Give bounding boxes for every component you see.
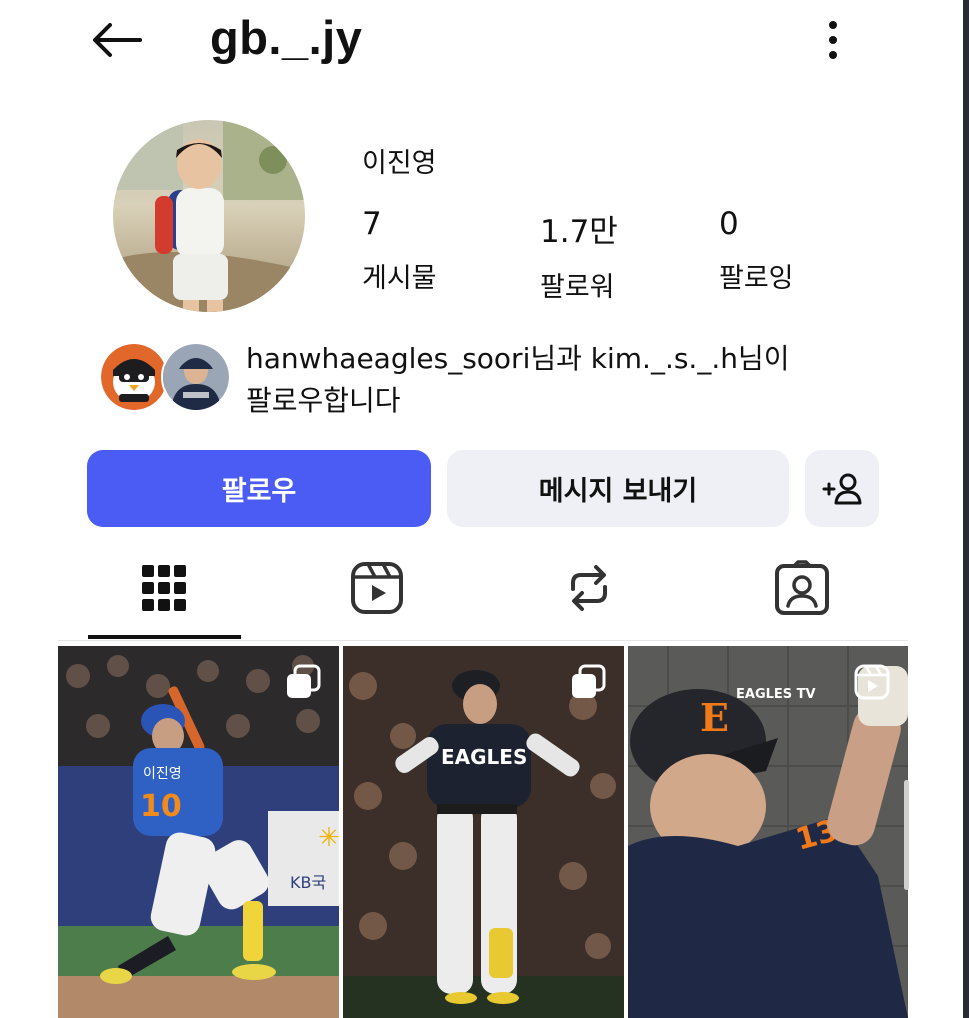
post-thumbnail[interactable]: EAGLES TV E 13 [628, 646, 908, 1018]
tab-reels[interactable] [337, 548, 417, 628]
followed-by-line-2: 팔로우합니다 [246, 384, 401, 417]
post-watermark: EAGLES TV [736, 687, 816, 702]
message-button[interactable]: 메시지 보내기 [447, 450, 789, 527]
suggested-accounts-button[interactable] [805, 450, 879, 527]
mutual-follower-avatar[interactable] [161, 342, 231, 412]
post-jersey-text: EAGLES [441, 745, 527, 769]
stat-followers[interactable]: 1.7만 팔로워 [540, 206, 618, 304]
tab-posts[interactable] [124, 548, 204, 628]
followed-by-line-1: hanwhaeagles_soori님과 kim._.s._.h님이 [246, 342, 790, 375]
carousel-icon [287, 664, 321, 698]
stat-followers-label: 팔로워 [540, 272, 615, 303]
arrow-left-icon [93, 23, 142, 57]
repost-icon [571, 565, 607, 611]
carousel-badge [570, 664, 606, 700]
svg-text:✳: ✳ [318, 823, 339, 853]
more-options-button[interactable] [815, 14, 851, 66]
tab-tagged[interactable] [762, 548, 842, 628]
reels-icon [351, 562, 403, 614]
post-thumbnail[interactable]: EAGLES [343, 646, 624, 1018]
svg-text:E: E [700, 695, 729, 740]
reel-icon [854, 664, 890, 700]
window-edge [963, 0, 969, 1018]
scrollbar[interactable] [904, 780, 909, 890]
stat-posts-label: 게시물 [362, 263, 437, 294]
active-tab-indicator [88, 635, 241, 639]
add-person-icon [822, 473, 862, 504]
back-button[interactable] [86, 14, 146, 66]
tab-divider [58, 640, 908, 641]
carousel-badge [285, 664, 321, 700]
mutual-follower-avatar[interactable] [101, 344, 167, 410]
stat-posts[interactable]: 7 게시물 [362, 206, 437, 295]
profile-username: gb._.jy [210, 11, 363, 64]
post-jersey-number: 10 [140, 789, 182, 824]
stat-following-count: 0 [719, 206, 739, 242]
grid-icon [142, 565, 186, 611]
followed-by-text[interactable]: hanwhaeagles_soori님과 kim._.s._.h님이 팔로우합니… [246, 338, 856, 422]
stat-posts-count: 7 [362, 206, 382, 242]
post-banner-text: KB국 [290, 873, 326, 892]
profile-display-name: 이진영 [362, 148, 437, 179]
stat-following[interactable]: 0 팔로잉 [719, 206, 794, 295]
post-jersey-name: 이진영 [143, 766, 182, 782]
follow-button[interactable]: 팔로우 [87, 450, 431, 527]
tagged-person-icon [775, 560, 829, 615]
more-vertical-icon [829, 21, 837, 59]
carousel-icon [572, 664, 606, 698]
stat-followers-count: 1.7만 [540, 214, 618, 250]
tab-reposts[interactable] [549, 548, 629, 628]
profile-avatar[interactable] [113, 120, 305, 312]
reel-badge [854, 664, 890, 700]
post-thumbnail[interactable]: KB국 ✳ 이진영 10 [58, 646, 339, 1018]
stat-following-label: 팔로잉 [719, 263, 794, 294]
